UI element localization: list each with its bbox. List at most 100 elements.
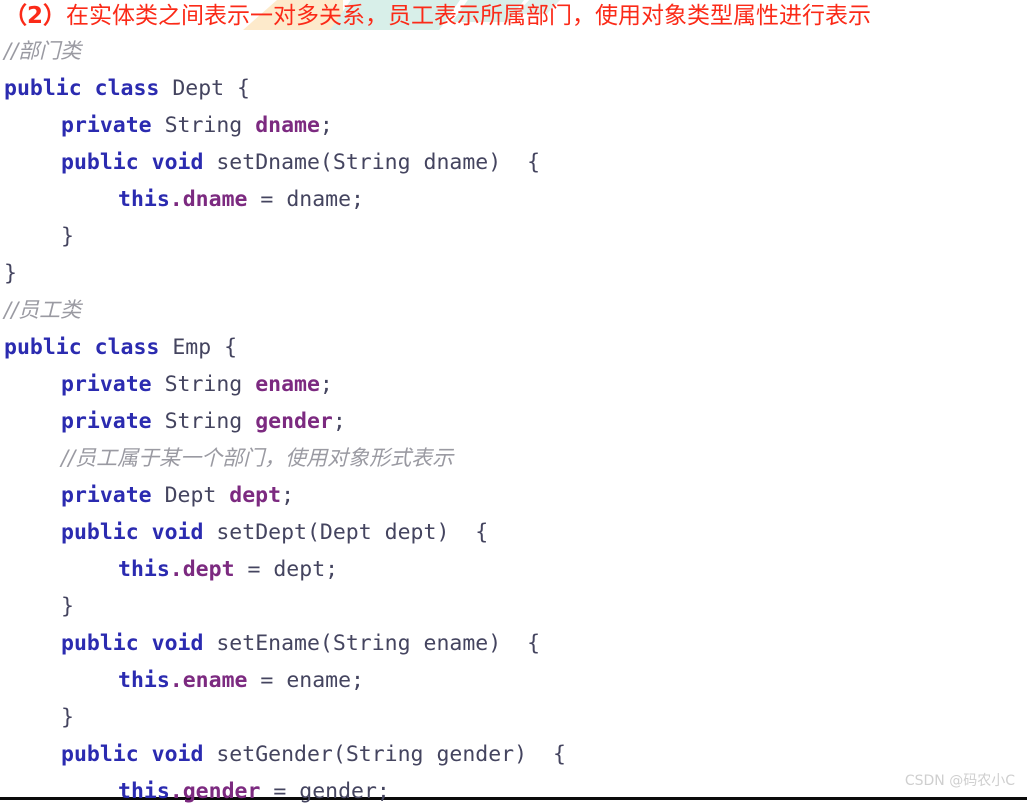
code-token-mth: setEname [216, 631, 320, 656]
code-token-pun: ; [351, 668, 364, 693]
code-token-typ: Dept [164, 483, 217, 508]
code-token-kw: this [118, 187, 170, 212]
code-line: //员工属于某一个部门，使用对象形式表示 [4, 440, 1014, 477]
code-token-pun: } [4, 261, 17, 286]
code-token-kw: this [118, 779, 170, 804]
code-token-pun: ) { [488, 150, 541, 175]
code-line: this.ename = ename; [4, 662, 1014, 699]
code-token-pun: ; [332, 409, 346, 434]
code-token-typ: Dept [172, 76, 225, 101]
code-token-kw: private [61, 113, 152, 138]
code-token-pun [242, 409, 255, 434]
code-token-typ: String [164, 372, 243, 397]
section-heading: （2）在实体类之间表示一对多关系，员工表示所属部门，使用对象类型属性进行表示 [4, 0, 1024, 32]
code-token-pun: { [211, 335, 238, 360]
code-token-var: dname [423, 150, 489, 175]
code-token-fld: . [169, 668, 183, 693]
code-token-fld: gender [255, 409, 333, 434]
code-token-pun [203, 742, 216, 767]
code-token-kw: public [4, 76, 82, 101]
code-token-pun [139, 520, 152, 545]
code-token-kw: void [151, 742, 204, 767]
code-token-kw: void [151, 631, 204, 656]
code-token-mth: setGender [216, 742, 333, 767]
code-token-pun: { [224, 76, 250, 101]
code-token-fld: dept [229, 483, 282, 508]
code-token-var: ename [286, 668, 352, 693]
code-line: } [4, 699, 1014, 736]
code-line: public class Emp { [4, 329, 1014, 366]
code-token-pun [139, 150, 152, 175]
code-token-pun [423, 742, 436, 767]
code-token-fld: gender [182, 779, 261, 804]
code-token-pun: ; [351, 187, 364, 212]
code-token-pun [242, 113, 255, 138]
code-token-typ: String [345, 742, 424, 767]
code-token-pun [411, 631, 424, 656]
code-token-pun: = [247, 668, 287, 693]
code-token-kw: public [4, 335, 82, 360]
code-token-pun: = [234, 557, 274, 582]
code-token-kw: public [61, 631, 139, 656]
csdn-watermark: CSDN @码农小C [904, 773, 1015, 789]
code-token-pun [152, 483, 165, 508]
code-token-var: dept [273, 557, 326, 582]
code-token-var: ename [423, 631, 489, 656]
code-token-fld: ename [255, 372, 320, 397]
code-token-kw: public [61, 150, 139, 175]
code-token-typ: Dept [319, 520, 372, 545]
code-line: private String dname; [4, 107, 1014, 144]
code-line: private String gender; [4, 403, 1014, 440]
code-token-pun [216, 483, 229, 508]
code-line: public void setEname(String ename) { [4, 625, 1014, 662]
code-token-pun [159, 76, 172, 101]
code-line: //员工类 [4, 292, 1014, 329]
code-token-pun [411, 150, 424, 175]
code-token-typ: String [332, 150, 411, 175]
code-token-kw: void [151, 520, 204, 545]
code-line: public void setGender(String gender) { [4, 736, 1014, 773]
code-token-pun [242, 372, 255, 397]
code-token-kw: class [94, 335, 160, 360]
code-token-fld: . [169, 187, 183, 212]
code-token-pun: = [260, 779, 300, 804]
code-line: } [4, 588, 1014, 625]
code-token-pun [82, 76, 95, 101]
code-token-typ: String [332, 631, 411, 656]
code-token-pun: ( [319, 150, 333, 175]
code-token-kw: private [61, 483, 152, 508]
code-token-kw: public [61, 742, 139, 767]
code-line: } [4, 218, 1014, 255]
code-token-pun: ; [319, 113, 333, 138]
code-line: private Dept dept; [4, 477, 1014, 514]
code-token-fld: . [169, 557, 183, 582]
code-token-kw: void [151, 150, 204, 175]
code-line: private String ename; [4, 366, 1014, 403]
code-line: //部门类 [4, 33, 1014, 70]
code-token-fld: dept [182, 557, 235, 582]
code-token-pun: } [61, 224, 74, 249]
code-token-pun: } [61, 594, 74, 619]
code-line: this.dname = dname; [4, 181, 1014, 218]
code-token-cmt: //员工类 [4, 298, 82, 322]
code-token-pun [139, 631, 152, 656]
code-token-pun: } [61, 705, 74, 730]
document-page: （2）在实体类之间表示一对多关系，员工表示所属部门，使用对象类型属性进行表示 /… [0, 0, 1027, 804]
code-token-pun [152, 372, 165, 397]
code-token-mth: setDept [216, 520, 307, 545]
code-token-fld: . [169, 779, 183, 804]
code-token-pun: ) { [488, 631, 541, 656]
code-token-pun [152, 409, 165, 434]
code-token-pun: ( [332, 742, 346, 767]
code-token-pun [372, 520, 385, 545]
code-token-pun [159, 335, 172, 360]
code-token-fld: ename [182, 668, 248, 693]
code-token-pun: ; [376, 779, 390, 804]
code-token-pun: ) { [514, 742, 566, 767]
code-token-mth: setDname [216, 150, 320, 175]
code-line: public void setDept(Dept dept) { [4, 514, 1014, 551]
code-token-var: gender [299, 779, 377, 804]
code-token-pun [203, 631, 216, 656]
code-token-kw: public [61, 520, 139, 545]
code-token-pun [203, 150, 216, 175]
